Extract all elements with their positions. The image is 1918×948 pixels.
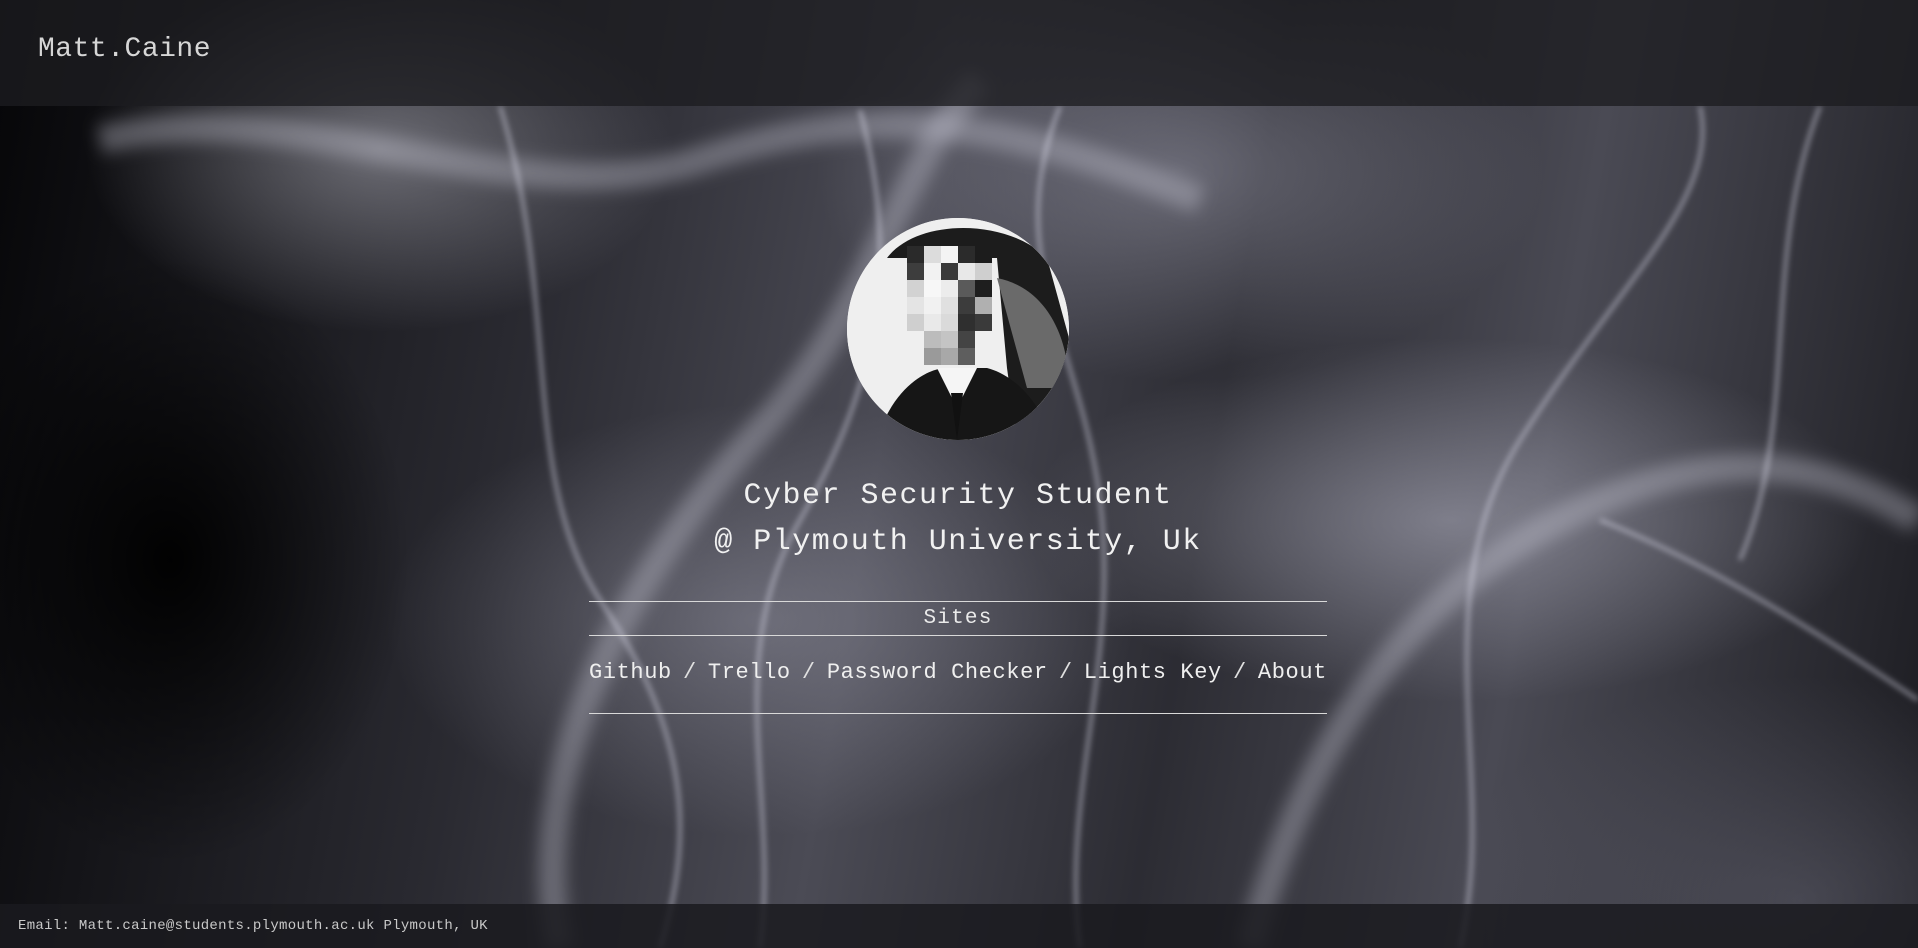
headline-university: @ Plymouth University, Uk	[714, 525, 1202, 559]
link-github[interactable]: Github	[589, 658, 672, 688]
link-about[interactable]: About	[1258, 658, 1327, 688]
link-separator: /	[801, 660, 816, 685]
footer-bar: Email: Matt.caine@students.plymouth.ac.u…	[0, 904, 1918, 948]
divider	[589, 713, 1327, 714]
headline-role: Cyber Security Student	[743, 479, 1173, 513]
profile-section: Cyber Security Student @ Plymouth Univer…	[589, 218, 1327, 714]
pixelated-portrait-icon	[847, 218, 1069, 440]
link-separator: /	[682, 660, 697, 685]
link-separator: /	[1058, 660, 1073, 685]
top-bar: Matt.Caine	[0, 0, 1918, 106]
link-trello[interactable]: Trello	[708, 658, 791, 688]
link-separator: /	[1232, 660, 1247, 685]
footer-contact: Email: Matt.caine@students.plymouth.ac.u…	[18, 918, 488, 934]
profile-avatar	[847, 218, 1069, 440]
link-password-checker[interactable]: Password Checker	[827, 658, 1048, 688]
divider	[589, 635, 1327, 636]
sites-heading: Sites	[923, 607, 993, 630]
brand-logo-text[interactable]: Matt.Caine	[38, 34, 211, 65]
headline: Cyber Security Student @ Plymouth Univer…	[589, 473, 1327, 565]
sites-links: Github / Trello / Password Checker / Lig…	[589, 658, 1327, 688]
link-lights-key[interactable]: Lights Key	[1084, 658, 1222, 688]
sites-section: Sites Github / Trello / Password Checker…	[589, 601, 1327, 714]
